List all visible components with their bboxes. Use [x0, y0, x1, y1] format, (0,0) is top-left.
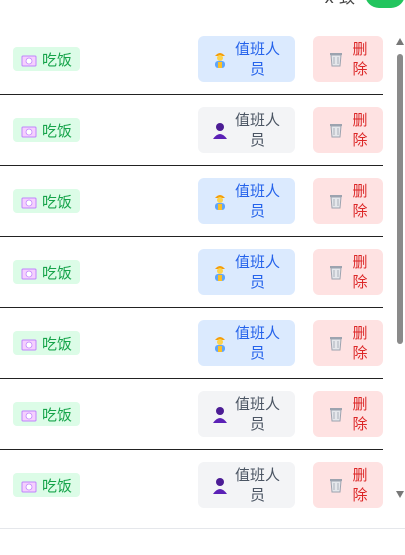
meal-tag-label: 吃饭: [42, 334, 73, 353]
worker-icon: [212, 192, 228, 210]
meal-tag-label: 吃饭: [42, 192, 73, 211]
duty-person-button[interactable]: 值班人员: [198, 36, 295, 82]
list-item: 吃饭 值班人员 删除: [0, 450, 383, 520]
delete-button[interactable]: 删除: [313, 178, 383, 224]
duty-list: 吃饭 值班人员 删除 吃饭 值班人员 删除 吃饭 值班人员 删除 吃饭 值班人员 删除 吃饭 值班人员 删除…: [0, 24, 383, 520]
trash-icon: [328, 122, 344, 138]
meal-tag-label: 吃饭: [42, 50, 73, 69]
trash-icon: [328, 335, 344, 351]
meal-tag: 吃饭: [13, 402, 81, 426]
delete-button[interactable]: 删除: [313, 249, 383, 295]
duty-button-label: 值班人员: [234, 40, 280, 78]
plate-icon: [21, 479, 37, 493]
meal-tag: 吃饭: [13, 189, 81, 213]
duty-person-button[interactable]: 值班人员: [198, 320, 295, 366]
duty-button-label: 值班人员: [234, 466, 280, 504]
delete-button[interactable]: 删除: [313, 391, 383, 437]
meal-tag: 吃饭: [13, 331, 81, 355]
duty-person-button[interactable]: 值班人员: [198, 462, 295, 508]
duty-button-label: 值班人员: [234, 111, 280, 149]
delete-button[interactable]: 删除: [313, 462, 383, 508]
delete-button[interactable]: 删除: [313, 107, 383, 153]
meal-tag-label: 吃饭: [42, 476, 73, 495]
meal-tag: 吃饭: [13, 260, 81, 284]
duty-button-label: 值班人员: [234, 324, 280, 362]
trash-icon: [328, 193, 344, 209]
app-viewport: x 致 吃饭值班人员删除吃饭值班人员删除吃饭值班人员删除吃饭值班人员删除吃饭值班…: [0, 0, 405, 555]
top-toolbar-partial: x 致: [0, 0, 405, 10]
delete-button-label: 删除: [352, 324, 368, 362]
list-item: 吃饭 值班人员 删除: [0, 166, 383, 237]
meal-tag-label: 吃饭: [42, 405, 73, 424]
duty-button-label: 值班人员: [234, 395, 280, 433]
meal-tag: 吃饭: [13, 118, 81, 142]
delete-button[interactable]: 删除: [313, 320, 383, 366]
top-partial-text: x 致: [324, 0, 355, 10]
delete-button-label: 删除: [352, 253, 368, 291]
trash-icon: [328, 477, 344, 493]
list-item: 吃饭 值班人员 删除: [0, 379, 383, 450]
scrollbar-thumb[interactable]: [397, 54, 403, 344]
scroll-up-arrow-icon[interactable]: [396, 38, 404, 45]
delete-button-label: 删除: [352, 40, 368, 78]
list-item: 吃饭 值班人员 删除: [0, 24, 383, 95]
meal-tag: 吃饭: [13, 47, 81, 71]
delete-button-label: 删除: [352, 466, 368, 504]
delete-button[interactable]: 删除: [313, 36, 383, 82]
scrollbar[interactable]: [395, 24, 405, 502]
person-icon: [212, 405, 228, 423]
duty-person-button[interactable]: 值班人员: [198, 178, 295, 224]
meal-tag: 吃饭: [13, 473, 81, 497]
person-icon: [212, 476, 228, 494]
list-item: 吃饭 值班人员 删除: [0, 308, 383, 379]
plate-icon: [21, 53, 37, 67]
plate-icon: [21, 337, 37, 351]
delete-button-label: 删除: [352, 111, 368, 149]
trash-icon: [328, 51, 344, 67]
duty-button-label: 值班人员: [234, 253, 280, 291]
duty-button-label: 值班人员: [234, 182, 280, 220]
person-icon: [212, 121, 228, 139]
bottom-divider: [0, 528, 405, 529]
duty-person-button[interactable]: 值班人员: [198, 107, 295, 153]
worker-icon: [212, 50, 228, 68]
worker-icon: [212, 263, 228, 281]
plate-icon: [21, 195, 37, 209]
trash-icon: [328, 264, 344, 280]
list-item: 吃饭 值班人员 删除: [0, 237, 383, 308]
duty-person-button[interactable]: 值班人员: [198, 249, 295, 295]
plate-icon: [21, 266, 37, 280]
meal-tag-label: 吃饭: [42, 263, 73, 282]
delete-button-label: 删除: [352, 395, 368, 433]
scroll-down-arrow-icon[interactable]: [396, 491, 404, 498]
list-item: 吃饭 值班人员 删除: [0, 95, 383, 166]
plate-icon: [21, 408, 37, 422]
meal-tag-label: 吃饭: [42, 121, 73, 140]
worker-icon: [212, 334, 228, 352]
trash-icon: [328, 406, 344, 422]
duty-person-button[interactable]: 值班人员: [198, 391, 295, 437]
plate-icon: [21, 124, 37, 138]
top-action-button[interactable]: [365, 0, 405, 8]
delete-button-label: 删除: [352, 182, 368, 220]
